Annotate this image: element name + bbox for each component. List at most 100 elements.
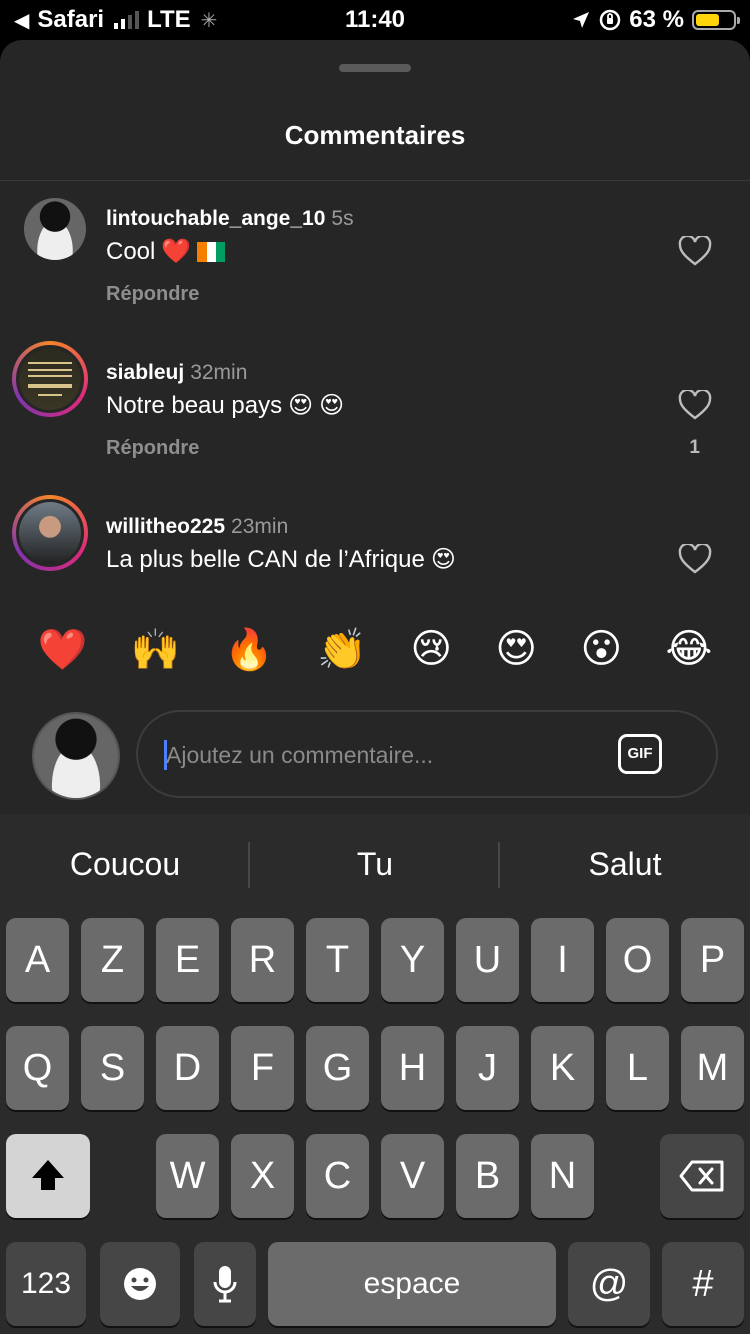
comment-item: lintouchable_ange_10 5s Cool ❤️ Répondre	[0, 181, 750, 331]
comment-input[interactable]: Ajoutez un commentaire... GIF	[136, 710, 718, 798]
numbers-key-label: 123	[20, 1267, 72, 1300]
key-q[interactable]: Q	[6, 1026, 69, 1110]
avatar-image	[19, 502, 81, 564]
comment-header: willitheo225 23min	[106, 515, 288, 539]
emoji-heart-eyes-button[interactable]: 😍	[495, 626, 537, 672]
key-u[interactable]: U	[456, 918, 519, 1002]
key-n[interactable]: N	[531, 1134, 594, 1218]
at-key-label: @	[589, 1263, 629, 1305]
like-heart-icon[interactable]	[678, 544, 712, 574]
comment-username[interactable]: lintouchable_ange_10	[106, 207, 325, 230]
emoji-laughing-button[interactable]: 😂	[666, 626, 713, 672]
comments-sheet: Commentaires lintouchable_ange_10 5s Cool…	[0, 40, 750, 814]
key-r[interactable]: R	[231, 918, 294, 1002]
avatar[interactable]	[12, 495, 88, 571]
suggestion-item[interactable]: Coucou	[0, 814, 250, 914]
emoji-fire-button[interactable]: 🔥	[224, 626, 274, 673]
like-heart-icon[interactable]	[678, 390, 712, 420]
like-heart-icon[interactable]	[678, 236, 712, 266]
comment-text: Cool ❤️	[106, 237, 226, 266]
keyboard: Coucou Tu Salut AZERTYUIOP QSDFGHJKLM WXCV…	[0, 814, 750, 1334]
avatar-image	[24, 198, 86, 260]
reply-button[interactable]: Répondre	[106, 437, 199, 460]
comment-header: siableuj 32min	[106, 361, 247, 385]
delete-key[interactable]	[660, 1134, 744, 1218]
key-t[interactable]: T	[306, 918, 369, 1002]
emoji-crying-button[interactable]: 😢	[410, 626, 452, 672]
reply-button[interactable]: Répondre	[106, 283, 199, 306]
avatar[interactable]	[24, 198, 86, 260]
key-a[interactable]: A	[6, 918, 69, 1002]
comment-body: Notre beau pays	[106, 391, 283, 419]
key-i[interactable]: I	[531, 918, 594, 1002]
suggestion-item[interactable]: Tu	[250, 814, 500, 914]
sheet-title: Commentaires	[284, 120, 466, 150]
red-heart-icon: ❤️	[161, 238, 192, 265]
key-c[interactable]: C	[306, 1134, 369, 1218]
shift-key[interactable]	[6, 1134, 90, 1218]
key-z[interactable]: Z	[81, 918, 144, 1002]
key-l[interactable]: L	[606, 1026, 669, 1110]
avatar[interactable]	[12, 341, 88, 417]
comment-text: Notre beau pays 😍 😍	[106, 391, 344, 420]
key-e[interactable]: E	[156, 918, 219, 1002]
key-j[interactable]: J	[456, 1026, 519, 1110]
numbers-key[interactable]: 123	[6, 1242, 86, 1326]
comment-text: La plus belle CAN de l’Afrique 😍	[106, 545, 456, 574]
emoji-red-heart-button[interactable]: ❤️	[38, 626, 88, 673]
comment-body: Cool	[106, 237, 156, 265]
microphone-icon	[213, 1266, 237, 1303]
comment-input-placeholder: Ajoutez un commentaire...	[166, 742, 434, 768]
gif-button[interactable]: GIF	[618, 734, 662, 774]
heart-eyes-icon: 😍	[319, 392, 345, 419]
comment-body: La plus belle CAN de l’Afrique	[106, 545, 425, 573]
orientation-lock-icon	[600, 9, 621, 31]
key-f[interactable]: F	[231, 1026, 294, 1110]
my-avatar	[32, 712, 120, 800]
comment-username[interactable]: willitheo225	[106, 515, 225, 538]
hash-key-label: #	[692, 1263, 714, 1305]
key-k[interactable]: K	[531, 1026, 594, 1110]
key-o[interactable]: O	[606, 918, 669, 1002]
comment-input-row: Ajoutez un commentaire... GIF	[0, 704, 750, 814]
comment-time: 23min	[231, 515, 289, 538]
suggestion-item[interactable]: Salut	[500, 814, 750, 914]
battery-percent: 63 %	[629, 6, 684, 33]
key-s[interactable]: S	[81, 1026, 144, 1110]
predictive-bar: Coucou Tu Salut	[0, 814, 750, 914]
like-count: 1	[689, 437, 700, 458]
status-bar: ◀ Safari LTE ✳ 11:40 63 %	[0, 0, 750, 40]
emoji-raised-hands-button[interactable]: 🙌	[131, 626, 181, 673]
hash-key[interactable]: #	[662, 1242, 744, 1326]
comment-item: willitheo225 23min La plus belle CAN de l…	[0, 489, 750, 593]
key-b[interactable]: B	[456, 1134, 519, 1218]
smiley-icon	[124, 1268, 156, 1300]
key-h[interactable]: H	[381, 1026, 444, 1110]
sheet-grabber[interactable]	[339, 64, 411, 72]
dictation-key[interactable]	[194, 1242, 256, 1326]
emoji-surprised-button[interactable]: 😮	[580, 626, 622, 672]
key-g[interactable]: G	[306, 1026, 369, 1110]
comment-list[interactable]: lintouchable_ange_10 5s Cool ❤️ Répondre …	[0, 181, 750, 593]
space-key-label: espace	[363, 1267, 461, 1300]
avatar-image	[34, 714, 118, 798]
comment-time: 32min	[190, 361, 248, 384]
space-key[interactable]: espace	[268, 1242, 556, 1326]
emoji-clapping-button[interactable]: 👏	[317, 626, 367, 673]
backspace-icon	[679, 1160, 724, 1192]
key-v[interactable]: V	[381, 1134, 444, 1218]
key-w[interactable]: W	[156, 1134, 219, 1218]
comment-username[interactable]: siableuj	[106, 361, 184, 384]
emoji-reaction-bar: ❤️ 🙌 🔥 👏 😢 😍 😮 😂	[0, 594, 750, 704]
key-d[interactable]: D	[156, 1026, 219, 1110]
key-y[interactable]: Y	[381, 918, 444, 1002]
emoji-key[interactable]	[100, 1242, 180, 1326]
status-right: 63 %	[571, 6, 740, 34]
heart-eyes-icon: 😍	[430, 546, 456, 573]
ivory-coast-flag-icon	[197, 241, 226, 262]
key-p[interactable]: P	[681, 918, 744, 1002]
key-x[interactable]: X	[231, 1134, 294, 1218]
heart-eyes-icon: 😍	[288, 392, 314, 419]
at-key[interactable]: @	[568, 1242, 650, 1326]
key-m[interactable]: M	[681, 1026, 744, 1110]
